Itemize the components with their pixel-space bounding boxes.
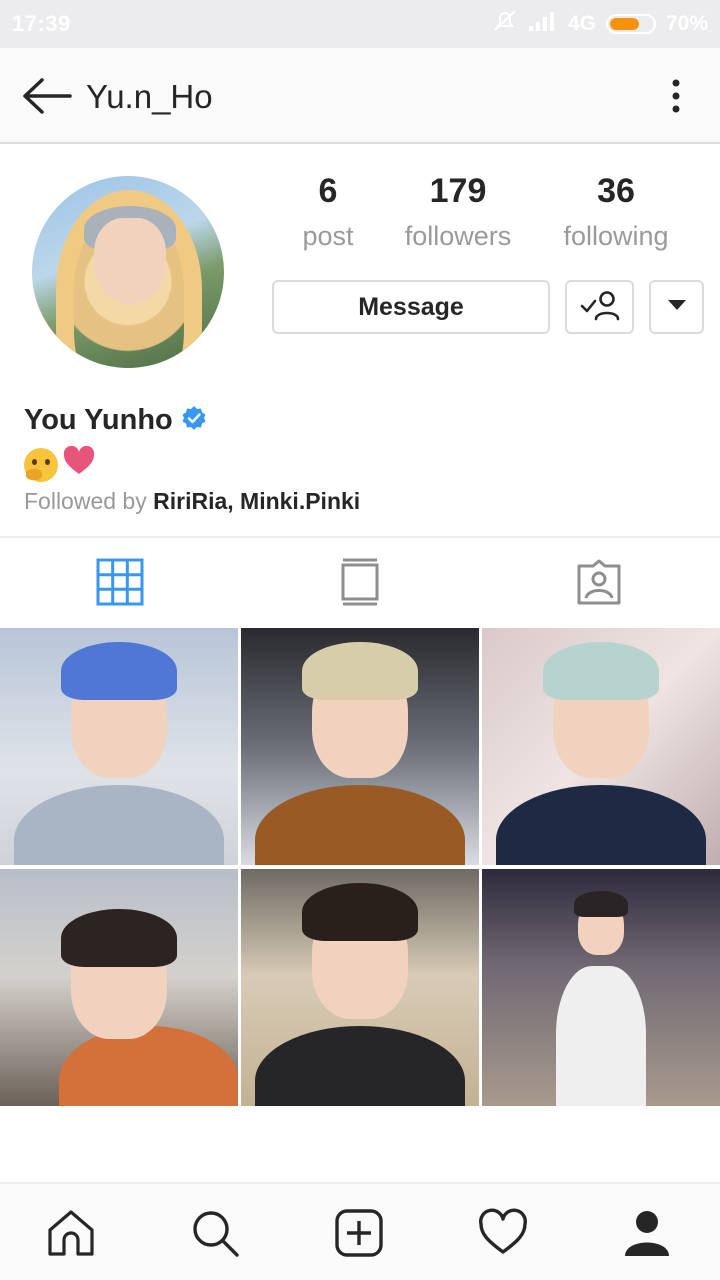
avatar[interactable]	[32, 176, 224, 368]
signal-icon	[528, 10, 558, 38]
bottom-navigation	[0, 1182, 720, 1280]
post-thumbnail[interactable]	[241, 628, 479, 865]
post-thumbnail[interactable]	[482, 628, 720, 865]
post-thumbnail[interactable]	[0, 869, 238, 1106]
user-check-icon	[580, 289, 620, 326]
home-icon[interactable]	[46, 1208, 96, 1258]
tagged-icon[interactable]	[575, 558, 623, 606]
posts-grid	[0, 628, 720, 1106]
following-count: 36	[597, 172, 635, 210]
arrow-left-icon[interactable]	[20, 76, 74, 116]
profile-username: Yu.n_Ho	[86, 78, 213, 115]
caret-down-icon	[667, 298, 687, 316]
mute-icon	[492, 9, 518, 39]
stat-posts[interactable]: 6 post	[300, 172, 356, 252]
status-time: 17:39	[12, 11, 71, 36]
heart-emoji-icon	[62, 445, 96, 484]
profile-stats: 6 post 179 followers 36 following	[290, 172, 700, 262]
message-button[interactable]: Message	[272, 280, 550, 334]
profile-header-bar: Yu.n_Ho	[0, 48, 720, 144]
post-thumbnail[interactable]	[241, 869, 479, 1106]
status-bar: 17:39 4G 70%	[0, 0, 720, 48]
battery-percent: 70%	[665, 12, 708, 35]
new-post-icon[interactable]	[334, 1208, 384, 1258]
feed-icon[interactable]	[336, 558, 384, 606]
suggestions-dropdown-button[interactable]	[649, 280, 704, 334]
profile-tabs	[0, 536, 720, 626]
activity-icon[interactable]	[478, 1208, 528, 1258]
followers-label: followers	[404, 221, 512, 251]
following-button[interactable]	[565, 280, 634, 334]
grid-icon[interactable]	[96, 558, 144, 606]
followers-count: 179	[429, 172, 487, 210]
followed-by-names: RiriRia, Minki.Pinki	[153, 488, 361, 514]
network-type: 4G	[567, 12, 596, 35]
stat-following[interactable]: 36 following	[556, 172, 676, 252]
thinking-face-icon	[24, 448, 58, 482]
more-vertical-icon[interactable]	[666, 78, 686, 114]
followed-by[interactable]: Followed by RiriRia, Minki.Pinki	[24, 488, 360, 515]
posts-label: post	[302, 221, 354, 251]
full-name-text: You Yunho	[24, 404, 173, 436]
post-thumbnail[interactable]	[0, 628, 238, 865]
profile-icon[interactable]	[622, 1208, 672, 1258]
battery-icon	[605, 14, 656, 34]
followed-by-prefix: Followed by	[24, 488, 154, 514]
following-label: following	[563, 221, 669, 251]
profile-bio	[24, 445, 96, 484]
stat-followers[interactable]: 179 followers	[398, 172, 518, 252]
post-thumbnail[interactable]	[482, 869, 720, 1106]
profile-full-name: You Yunho	[24, 404, 207, 437]
posts-count: 6	[318, 172, 338, 210]
verified-badge-icon	[181, 405, 207, 436]
search-icon[interactable]	[190, 1208, 240, 1258]
